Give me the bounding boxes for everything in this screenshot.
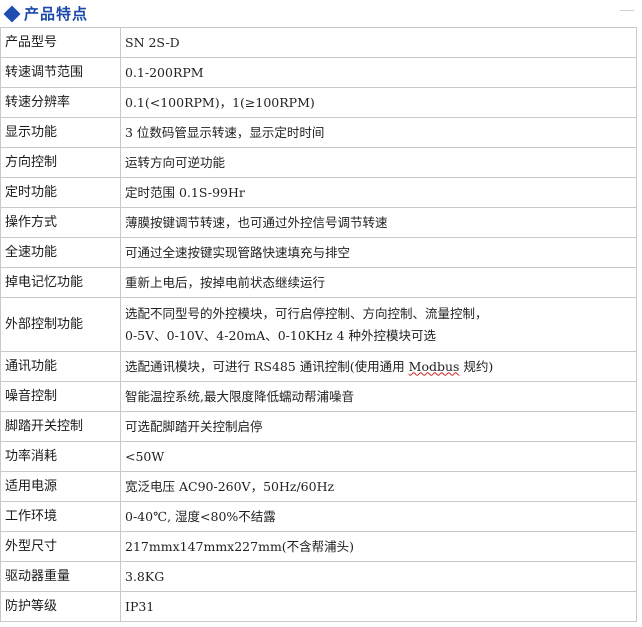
spec-label: 掉电记忆功能: [0, 267, 121, 298]
spec-label: 脚踏开关控制: [0, 411, 121, 442]
spec-value: 3.8KG: [120, 561, 637, 592]
spec-label: 定时功能: [0, 177, 121, 208]
table-row: 掉电记忆功能 重新上电后，按掉电前状态继续运行: [0, 267, 637, 298]
spec-value-line-2: 0-5V、0-10V、4-20mA、0-10KHz 4 种外控模块可选: [125, 327, 437, 343]
spec-value-line-1: 选配不同型号的外控模块，可行启停控制、方向控制、流量控制，: [125, 305, 488, 321]
spec-label: 噪音控制: [0, 381, 121, 412]
table-row: 操作方式 薄膜按键调节转速，也可通过外控信号调节转速: [0, 207, 637, 238]
spec-label: 外部控制功能: [0, 297, 121, 352]
spec-value: 运转方向可逆功能: [120, 147, 637, 178]
table-row: 方向控制 运转方向可逆功能: [0, 147, 637, 178]
table-row: 噪音控制 智能温控系统,最大限度降低蠕动帮浦噪音: [0, 381, 637, 412]
spec-value: 可通过全速按键实现管路快速填充与排空: [120, 237, 637, 268]
spec-label: 通讯功能: [0, 351, 121, 382]
spec-value: SN 2S-D: [120, 27, 637, 58]
spec-label: 显示功能: [0, 117, 121, 148]
spec-label: 产品型号: [0, 27, 121, 58]
spec-value: IP31: [120, 591, 637, 622]
table-row: 工作环境 0-40℃, 湿度<80%不结露: [0, 501, 637, 532]
corner-divider: [620, 2, 634, 11]
spec-label: 方向控制: [0, 147, 121, 178]
table-row: 显示功能 3 位数码管显示转速，显示定时时间: [0, 117, 637, 148]
table-row: 驱动器重量 3.8KG: [0, 561, 637, 592]
spec-value: 薄膜按键调节转速，也可通过外控信号调节转速: [120, 207, 637, 238]
spec-value: 217mmx147mmx227mm(不含帮浦头): [120, 531, 637, 562]
spec-value: 选配通讯模块，可进行 RS485 通讯控制(使用通用 Modbus 规约): [120, 351, 637, 382]
diamond-icon: [3, 5, 21, 22]
spec-table: 产品型号 SN 2S-D 转速调节范围 0.1-200RPM 转速分辨率 0.1…: [0, 27, 637, 622]
spec-label: 功率消耗: [0, 441, 121, 472]
spec-label: 工作环境: [0, 501, 121, 532]
table-row: 全速功能 可通过全速按键实现管路快速填充与排空: [0, 237, 637, 268]
table-row: 外型尺寸 217mmx147mmx227mm(不含帮浦头): [0, 531, 637, 562]
table-row: 转速调节范围 0.1-200RPM: [0, 57, 637, 88]
spec-value: 定时范围 0.1S-99Hr: [120, 177, 637, 208]
spec-value-text: 选配通讯模块，可进行 RS485 通讯控制(使用通用: [125, 358, 409, 374]
spec-value: 选配不同型号的外控模块，可行启停控制、方向控制、流量控制， 0-5V、0-10V…: [120, 297, 637, 352]
table-row: 功率消耗 <50W: [0, 441, 637, 472]
spec-label: 驱动器重量: [0, 561, 121, 592]
spec-value: <50W: [120, 441, 637, 472]
section-header: 产品特点: [0, 0, 642, 27]
spec-label: 操作方式: [0, 207, 121, 238]
table-row: 产品型号 SN 2S-D: [0, 27, 637, 58]
table-row: 定时功能 定时范围 0.1S-99Hr: [0, 177, 637, 208]
spec-value: 0-40℃, 湿度<80%不结露: [120, 501, 637, 532]
table-row: 脚踏开关控制 可选配脚踏开关控制启停: [0, 411, 637, 442]
spec-value-tail: 规约): [459, 358, 494, 374]
spec-label: 适用电源: [0, 471, 121, 502]
spec-value: 0.1(<100RPM)，1(≥100RPM): [120, 87, 637, 118]
spec-value: 可选配脚踏开关控制启停: [120, 411, 637, 442]
table-row: 转速分辨率 0.1(<100RPM)，1(≥100RPM): [0, 87, 637, 118]
spellcheck-marked-word: Modbus: [408, 358, 460, 374]
spec-label: 防护等级: [0, 591, 121, 622]
section-title: 产品特点: [24, 5, 89, 23]
table-row: 通讯功能 选配通讯模块，可进行 RS485 通讯控制(使用通用 Modbus 规…: [0, 351, 637, 382]
table-row: 外部控制功能 选配不同型号的外控模块，可行启停控制、方向控制、流量控制， 0-5…: [0, 297, 637, 352]
spec-value: 宽泛电压 AC90-260V，50Hz/60Hz: [120, 471, 637, 502]
spec-value: 0.1-200RPM: [120, 57, 637, 88]
spec-label: 转速调节范围: [0, 57, 121, 88]
spec-value: 智能温控系统,最大限度降低蠕动帮浦噪音: [120, 381, 637, 412]
spec-value: 3 位数码管显示转速，显示定时时间: [120, 117, 637, 148]
spec-label: 全速功能: [0, 237, 121, 268]
table-row: 适用电源 宽泛电压 AC90-260V，50Hz/60Hz: [0, 471, 637, 502]
spec-label: 转速分辨率: [0, 87, 121, 118]
spec-value: 重新上电后，按掉电前状态继续运行: [120, 267, 637, 298]
table-row: 防护等级 IP31: [0, 591, 637, 622]
spec-label: 外型尺寸: [0, 531, 121, 562]
